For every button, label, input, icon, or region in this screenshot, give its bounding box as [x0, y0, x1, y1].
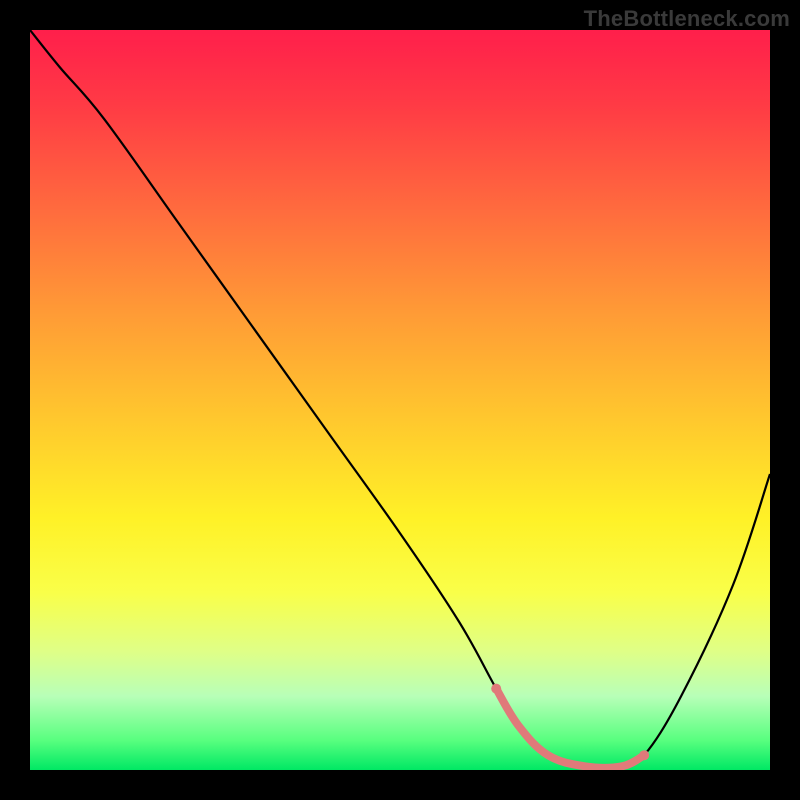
curve-layer: [30, 30, 770, 770]
highlight-dot: [639, 750, 649, 760]
highlight-dot: [491, 684, 501, 694]
bottleneck-curve: [30, 30, 770, 768]
chart-frame: TheBottleneck.com: [0, 0, 800, 800]
operating-range-highlight: [496, 689, 644, 768]
plot-area: [30, 30, 770, 770]
watermark-text: TheBottleneck.com: [584, 6, 790, 32]
